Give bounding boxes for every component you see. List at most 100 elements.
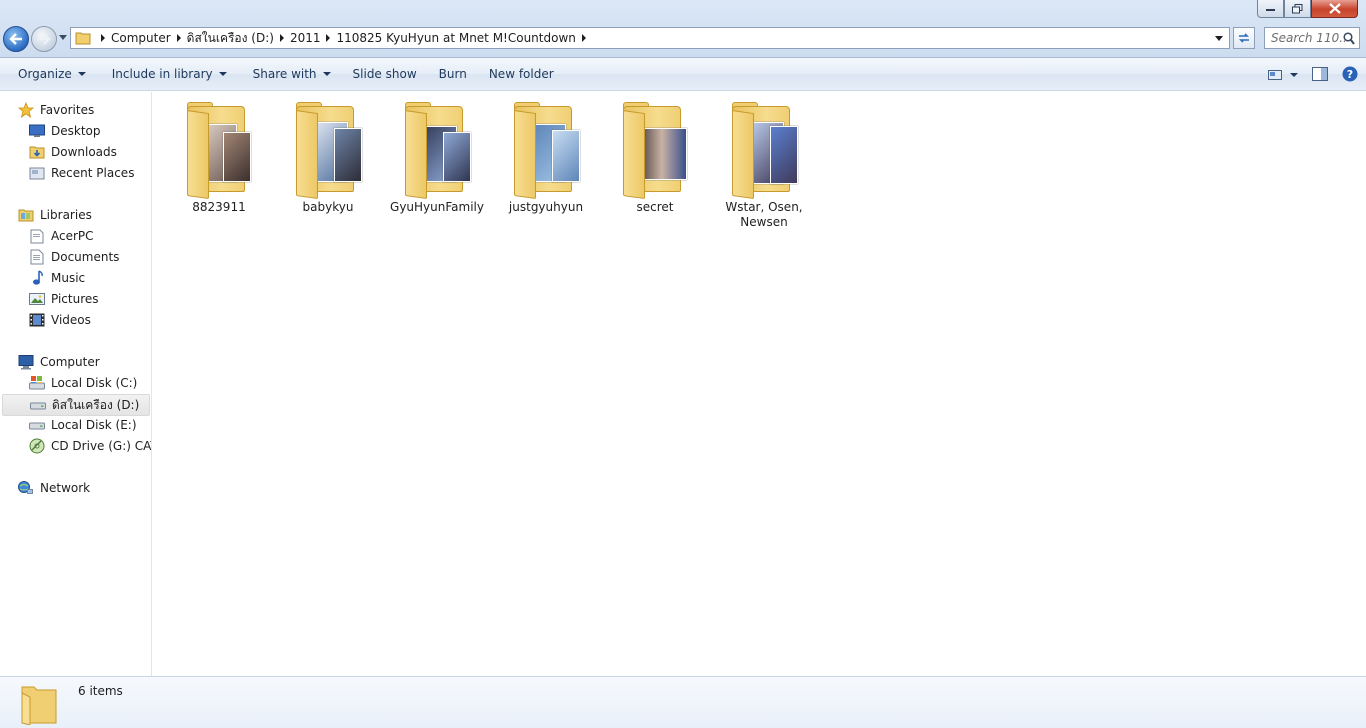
breadcrumb-separator-icon[interactable]: [176, 34, 181, 42]
view-controls: ?: [1268, 58, 1358, 92]
nav-item-downloads[interactable]: Downloads: [29, 144, 117, 160]
navigation-pane: Favorites Desktop Downloads Recent Place…: [0, 92, 152, 676]
folder-thumbnail-icon: [732, 98, 798, 200]
folder-thumbnail-icon: [514, 98, 580, 200]
folder-item[interactable]: 8823911: [169, 98, 269, 215]
breadcrumb-separator-icon[interactable]: [279, 34, 284, 42]
nav-network-label: Network: [40, 481, 91, 495]
change-view-button[interactable]: [1268, 69, 1298, 81]
svg-text:?: ?: [1347, 68, 1353, 81]
nav-item-label: Pictures: [51, 292, 99, 306]
folder-item[interactable]: Wstar, Osen, Newsen: [714, 98, 814, 230]
slide-show-button[interactable]: Slide show: [344, 57, 426, 91]
recent-pages-dropdown[interactable]: [59, 35, 67, 40]
nav-item-recent-places[interactable]: Recent Places: [29, 165, 134, 181]
file-list: 8823911 babykyu GyuHyunFamily justgyuhyu…: [153, 92, 1366, 676]
breadcrumb-current-folder[interactable]: 110825 KyuHyun at Mnet M!Countdown: [336, 31, 575, 45]
nav-item-cd-drive-g[interactable]: CD Drive (G:) CAT 0: [29, 438, 151, 454]
nav-item-label: Documents: [51, 250, 120, 264]
forward-button[interactable]: [31, 26, 57, 52]
nav-item-pictures[interactable]: Pictures: [29, 291, 99, 307]
nav-favorites[interactable]: Favorites: [18, 102, 94, 118]
include-in-library-label: Include in library: [111, 67, 213, 81]
pictures-icon: [29, 293, 45, 305]
folder-name: GyuHyunFamily: [390, 200, 484, 214]
nav-favorites-label: Favorites: [40, 103, 95, 117]
cd-drive-icon: [29, 438, 45, 454]
window-controls: [1257, 0, 1358, 18]
nav-item-music[interactable]: Music: [29, 270, 85, 286]
desktop-icon: [29, 124, 45, 137]
nav-item-acerpc[interactable]: AcerPC: [29, 228, 94, 244]
help-button[interactable]: ?: [1342, 66, 1358, 85]
arrow-left-icon: [9, 33, 22, 45]
folder-item[interactable]: justgyuhyun: [496, 98, 596, 215]
close-icon: [1328, 3, 1341, 14]
breadcrumb-drive-d[interactable]: ดิสในเครือง (D:): [187, 29, 274, 48]
folder-name: Wstar, Osen, Newsen: [725, 200, 803, 229]
nav-item-drive-d[interactable]: ดิสในเครือง (D:): [2, 394, 150, 416]
burn-button[interactable]: Burn: [430, 57, 476, 91]
nav-libraries[interactable]: Libraries: [18, 207, 92, 223]
search-input[interactable]: [1271, 31, 1345, 45]
arrow-right-icon: [38, 33, 51, 45]
refresh-button[interactable]: [1233, 27, 1255, 49]
breadcrumb-separator-icon[interactable]: [326, 34, 331, 42]
breadcrumb-separator-icon[interactable]: [581, 34, 586, 42]
slide-show-label: Slide show: [352, 67, 417, 81]
computer-icon: [18, 355, 34, 370]
nav-item-label: Desktop: [51, 124, 101, 138]
library-folder-icon: [30, 229, 44, 244]
nav-computer-label: Computer: [40, 355, 100, 369]
folder-name: babykyu: [302, 200, 354, 214]
nav-item-local-disk-c[interactable]: Local Disk (C:): [29, 375, 137, 391]
burn-label: Burn: [438, 67, 467, 81]
breadcrumb-separator-icon[interactable]: [101, 34, 105, 42]
command-bar: Organize Include in library Share with S…: [0, 57, 1366, 91]
details-pane: 6 items: [0, 676, 1366, 728]
back-button[interactable]: [3, 26, 29, 52]
new-folder-button[interactable]: New folder: [480, 57, 563, 91]
chevron-down-icon: [218, 72, 227, 76]
folder-item[interactable]: GyuHyunFamily: [387, 98, 487, 215]
nav-item-desktop[interactable]: Desktop: [29, 123, 101, 139]
nav-computer[interactable]: Computer: [18, 354, 100, 370]
chevron-down-icon: [1290, 73, 1298, 77]
nav-item-label: Videos: [51, 313, 91, 327]
folder-icon: [75, 32, 91, 45]
close-button[interactable]: [1311, 0, 1358, 18]
preview-pane-icon: [1312, 66, 1328, 81]
videos-icon: [29, 313, 45, 327]
preview-pane-button[interactable]: [1312, 66, 1328, 84]
refresh-icon: [1239, 33, 1249, 43]
folder-thumbnail-icon: [623, 98, 687, 200]
folder-item[interactable]: secret: [605, 98, 705, 215]
organize-button[interactable]: Organize: [9, 57, 95, 91]
view-icon: [1268, 70, 1282, 80]
share-with-button[interactable]: Share with: [244, 57, 340, 91]
address-history-dropdown[interactable]: [1215, 36, 1223, 41]
address-bar[interactable]: Computer ดิสในเครือง (D:) 2011 110825 Ky…: [70, 27, 1230, 49]
folder-name: 8823911: [192, 200, 246, 214]
nav-item-documents[interactable]: Documents: [29, 249, 119, 265]
minimize-button[interactable]: [1257, 0, 1284, 18]
nav-item-videos[interactable]: Videos: [29, 312, 91, 328]
include-in-library-button[interactable]: Include in library: [103, 57, 236, 91]
nav-item-label: Music: [51, 271, 86, 285]
search-box[interactable]: [1264, 27, 1360, 49]
nav-item-label: Local Disk (C:): [51, 376, 138, 390]
nav-item-label: Downloads: [51, 145, 117, 159]
search-icon: [1343, 32, 1355, 45]
maximize-button[interactable]: [1284, 0, 1311, 18]
star-icon: [18, 102, 34, 118]
nav-libraries-label: Libraries: [40, 208, 92, 222]
breadcrumb-computer[interactable]: Computer: [111, 31, 171, 45]
folder-item[interactable]: babykyu: [278, 98, 378, 215]
help-icon: ?: [1342, 66, 1358, 81]
nav-item-local-disk-e[interactable]: Local Disk (E:): [29, 417, 137, 433]
folder-thumbnail-icon: [405, 98, 471, 200]
nav-network[interactable]: Network: [18, 480, 90, 496]
recent-places-icon: [29, 167, 45, 180]
nav-item-label: CD Drive (G:) CAT 0: [51, 439, 151, 453]
breadcrumb-2011[interactable]: 2011: [290, 31, 321, 45]
